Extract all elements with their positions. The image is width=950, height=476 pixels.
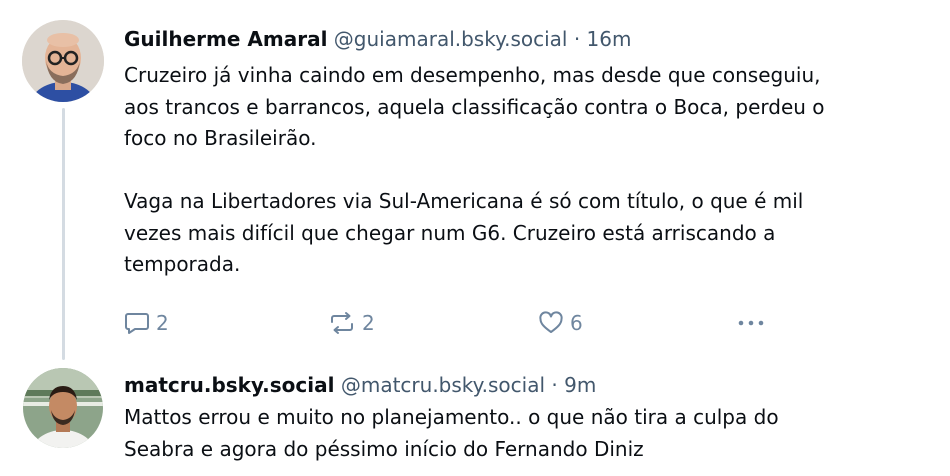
post-header: Guilherme Amaral @guiamaral.bsky.social … [124, 24, 631, 54]
post-actions: 2 2 6 [124, 308, 804, 338]
avatar-photo [22, 20, 104, 102]
like-count: 6 [570, 311, 583, 335]
post-timestamp[interactable]: 16m [587, 27, 632, 51]
author-handle[interactable]: @matcru.bsky.social [341, 373, 545, 397]
reply-button[interactable]: 2 [124, 308, 169, 338]
repost-count: 2 [362, 311, 375, 335]
more-horizontal-icon [736, 311, 766, 335]
author-name[interactable]: matcru.bsky.social [124, 373, 334, 397]
meta-separator: · [573, 27, 581, 51]
reply-count: 2 [156, 311, 169, 335]
post-header: matcru.bsky.social @matcru.bsky.social ·… [124, 370, 596, 400]
repost-icon [328, 311, 356, 335]
post[interactable]: matcru.bsky.social @matcru.bsky.social ·… [0, 360, 950, 476]
avatar[interactable] [23, 368, 103, 448]
avatar[interactable] [22, 20, 104, 102]
post[interactable]: Guilherme Amaral @guiamaral.bsky.social … [0, 0, 950, 350]
more-options-button[interactable] [736, 308, 766, 338]
avatar-photo [23, 368, 103, 448]
reply-icon [124, 311, 150, 335]
heart-icon [538, 311, 564, 335]
meta-separator: · [551, 373, 558, 397]
post-text: Cruzeiro já vinha caindo em desempenho, … [124, 63, 825, 276]
author-handle[interactable]: @guiamaral.bsky.social [334, 27, 568, 51]
author-name[interactable]: Guilherme Amaral [124, 27, 327, 51]
post-timestamp[interactable]: 9m [564, 373, 596, 397]
post-text: Mattos errou e muito no planejamento.. o… [124, 405, 779, 461]
like-button[interactable]: 6 [538, 308, 583, 338]
repost-button[interactable]: 2 [328, 308, 375, 338]
